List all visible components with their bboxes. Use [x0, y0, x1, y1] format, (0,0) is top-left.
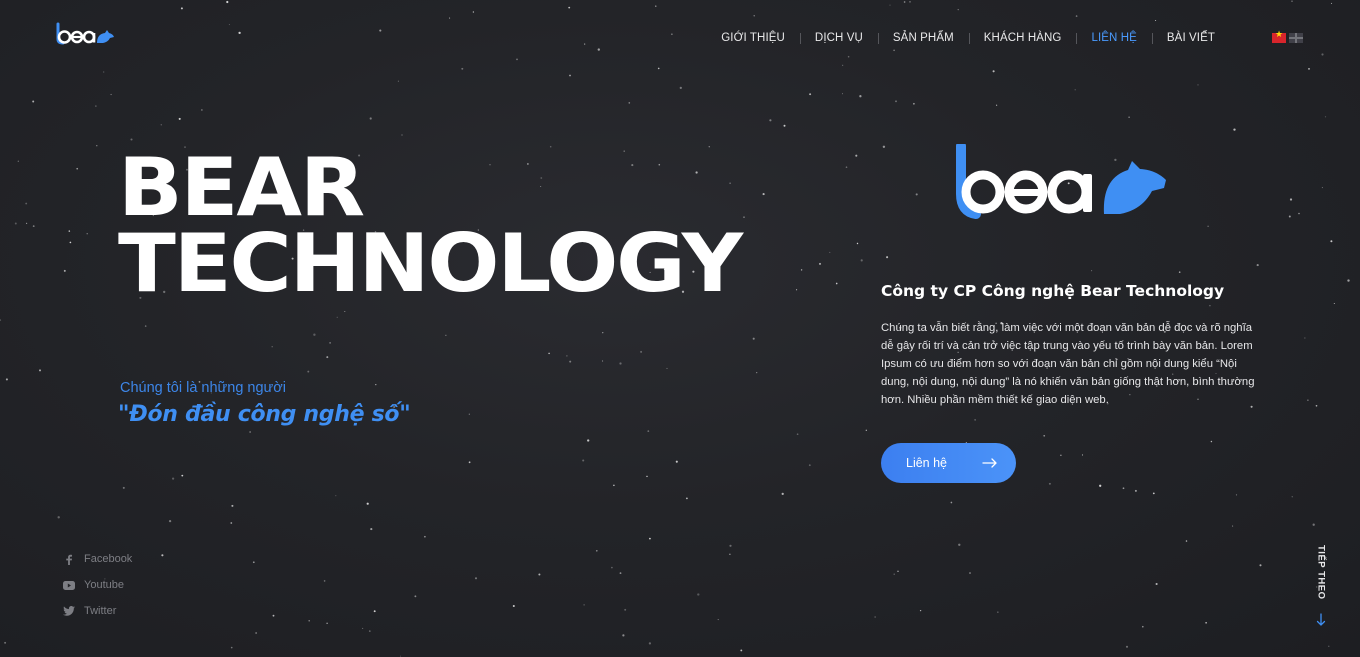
nav-list: GIỚI THIỆU DỊCH VỤ SẢN PHẨM KHÁCH HÀNG L…: [706, 28, 1230, 48]
facebook-icon: [63, 553, 75, 565]
social-label: Twitter: [84, 605, 117, 617]
company-description: Chúng ta vẫn biết rằng, làm việc với một…: [881, 322, 1255, 406]
hero-title: BEAR TECHNOLOGY: [118, 148, 743, 304]
nav-item-dich-vu[interactable]: DỊCH VỤ: [799, 28, 878, 48]
nav-item-gioi-thieu[interactable]: GIỚI THIỆU: [706, 28, 800, 48]
social-label: Facebook: [84, 553, 133, 565]
vn-flag-icon[interactable]: [1272, 30, 1286, 43]
social-link-youtube[interactable]: Youtube: [63, 572, 132, 598]
contact-button[interactable]: Liên hệ: [881, 443, 1016, 483]
hero-title-line-1: BEAR: [118, 141, 365, 234]
nav-item-bai-viet[interactable]: BÀI VIẾT: [1151, 28, 1230, 48]
nav-item-khach-hang[interactable]: KHÁCH HÀNG: [968, 28, 1077, 48]
brand-logo[interactable]: [55, 22, 115, 46]
nav-item-lien-he[interactable]: LIÊN HỆ: [1076, 28, 1151, 48]
bear-logo-large: [956, 144, 1166, 219]
company-name: Công ty CP Công nghệ Bear Technology: [881, 282, 1225, 300]
hero-title-line-2: TECHNOLOGY: [118, 217, 743, 310]
arrow-down-icon: [1316, 613, 1326, 627]
youtube-icon: [63, 579, 75, 591]
uk-flag-icon[interactable]: [1289, 33, 1303, 43]
social-link-twitter[interactable]: Twitter: [63, 598, 132, 624]
social-link-facebook[interactable]: Facebook: [63, 546, 132, 572]
contact-button-label: Liên hệ: [906, 456, 948, 470]
social-label: Youtube: [84, 579, 124, 591]
language-switcher: [1272, 30, 1303, 43]
hero-intro: Chúng tôi là những người: [120, 380, 286, 396]
social-links: Facebook Youtube Twitter: [63, 546, 132, 624]
twitter-icon: [63, 605, 75, 617]
next-label: TIẾP THEO: [1315, 545, 1327, 600]
hero-quote: "Đón đầu công nghệ số": [118, 402, 411, 427]
next-section-link[interactable]: TIẾP THEO: [1314, 545, 1328, 627]
nav-item-san-pham[interactable]: SẢN PHẨM: [877, 28, 969, 48]
arrow-right-icon: [982, 458, 997, 468]
